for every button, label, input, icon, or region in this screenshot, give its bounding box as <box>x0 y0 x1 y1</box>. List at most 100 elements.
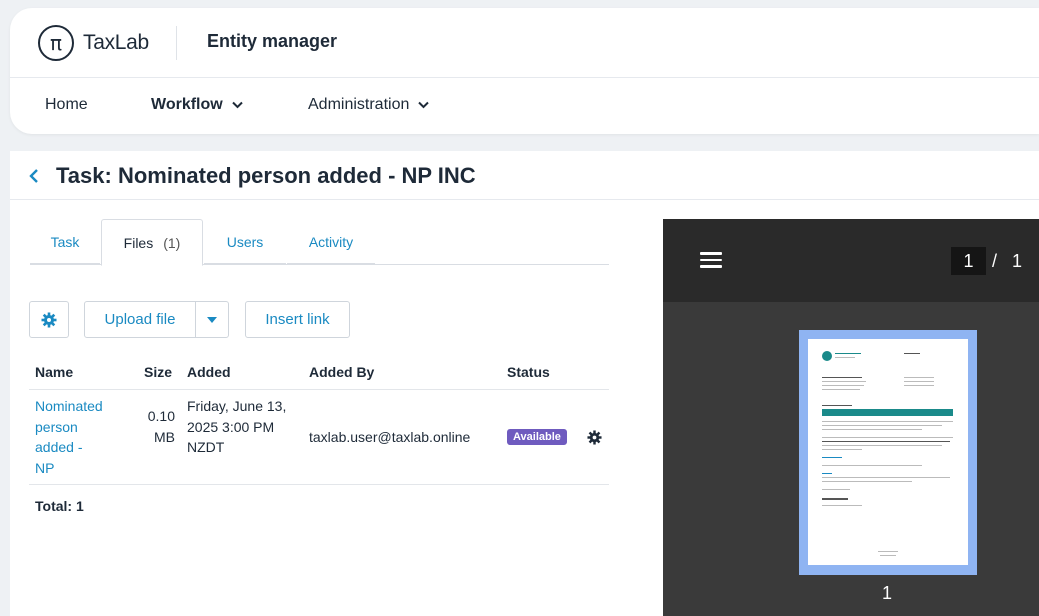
page-separator: / <box>992 251 998 271</box>
doc-signature <box>822 498 848 500</box>
doc-line <box>904 381 934 382</box>
page-total: 1 <box>1012 251 1023 271</box>
doc-line <box>822 489 850 490</box>
tab-task-label: Task <box>50 234 80 250</box>
doc-footer-line <box>880 555 896 556</box>
thumbnail-page-number: 1 <box>882 583 893 603</box>
logo-text: TaxLab <box>83 31 149 54</box>
doc-line <box>822 425 942 426</box>
nav-administration-label: Administration <box>308 96 410 113</box>
doc-line <box>822 477 950 478</box>
app-header: π TaxLab Entity manager Home Workflow Ad… <box>10 8 1039 134</box>
table-total: Total: 1 <box>35 498 84 514</box>
file-size-unit: MB <box>154 428 175 445</box>
nav-administration[interactable]: Administration <box>308 96 430 114</box>
column-header-status: Status <box>507 364 550 380</box>
doc-line <box>822 437 953 438</box>
main-nav: Home Workflow Administration <box>10 78 1039 134</box>
nav-workflow[interactable]: Workflow <box>151 96 243 114</box>
doc-line <box>822 445 942 446</box>
doc-line <box>822 441 950 442</box>
app-title: Entity manager <box>207 31 338 51</box>
upload-file-button[interactable]: Upload file <box>84 301 196 338</box>
file-added-date: Friday, June 13, 2025 3:00 PM NZDT <box>187 396 286 458</box>
header-divider <box>29 389 609 390</box>
doc-line <box>904 377 934 378</box>
thumbnail-document-preview <box>808 339 968 565</box>
file-name-line: Nominated <box>35 398 103 414</box>
doc-heading-bar <box>822 409 953 416</box>
doc-line <box>904 385 934 386</box>
nav-home[interactable]: Home <box>45 96 88 114</box>
title-row: Task: Nominated person added - NP INC <box>10 151 1039 200</box>
page-thumbnail[interactable] <box>799 330 977 575</box>
file-name-link[interactable]: Nominated person added - NP <box>35 396 103 478</box>
taxlab-logo[interactable]: π TaxLab <box>38 25 149 61</box>
file-name-line: added - <box>35 439 83 455</box>
tab-underline <box>30 263 100 265</box>
tab-users-label: Users <box>226 234 264 250</box>
added-date-line: 2025 3:00 PM <box>187 418 275 435</box>
doc-line <box>822 377 862 378</box>
doc-line <box>822 381 866 382</box>
tab-activity-label: Activity <box>308 234 354 250</box>
file-size: 0.10 MB <box>142 406 175 447</box>
nav-workflow-label: Workflow <box>151 96 223 113</box>
gear-icon <box>41 312 57 327</box>
doc-line <box>822 481 912 482</box>
doc-line <box>822 405 852 406</box>
row-gear-icon[interactable] <box>587 430 602 445</box>
doc-line <box>822 465 922 466</box>
doc-line <box>822 421 953 422</box>
top-bar: π TaxLab Entity manager <box>10 8 1039 78</box>
insert-link-button[interactable]: Insert link <box>245 301 350 338</box>
tab-activity[interactable]: Activity <box>287 219 375 265</box>
doc-line <box>822 385 864 386</box>
pi-logo-icon: π <box>38 25 74 61</box>
tab-bar: Task Files (1) Users Activity <box>30 219 609 266</box>
caret-down-icon <box>207 316 217 323</box>
tab-task[interactable]: Task <box>30 219 100 265</box>
upload-dropdown-button[interactable] <box>195 301 229 338</box>
page-number-input[interactable]: 1 <box>951 247 986 275</box>
page-title: Task: Nominated person added - NP INC <box>56 163 476 188</box>
tab-underline <box>204 263 286 265</box>
doc-footer-line <box>878 551 898 552</box>
column-header-size: Size <box>144 364 173 380</box>
chevron-down-icon <box>418 101 430 109</box>
doc-line <box>822 457 842 458</box>
tab-files-label: Files <box>123 234 154 251</box>
tab-underline <box>287 263 375 265</box>
insert-link-label: Insert link <box>265 311 330 328</box>
doc-line <box>822 505 862 506</box>
tab-files-count: (1) <box>163 234 181 251</box>
header-divider <box>176 26 177 60</box>
tab-files[interactable]: Files (1) <box>101 219 203 266</box>
row-divider <box>29 484 609 485</box>
document-logo-icon <box>822 351 832 361</box>
file-name-line: NP <box>35 459 55 476</box>
doc-line <box>835 353 861 354</box>
added-date-line: NZDT <box>187 439 225 455</box>
file-name-line: person <box>35 418 78 435</box>
settings-button[interactable] <box>29 301 69 338</box>
doc-line <box>822 429 922 430</box>
upload-file-label: Upload file <box>104 311 176 328</box>
back-chevron-icon[interactable] <box>26 166 42 186</box>
file-added-by: taxlab.user@taxlab.online <box>309 429 471 445</box>
column-header-added-by: Added By <box>309 364 375 380</box>
doc-line <box>822 473 832 474</box>
viewer-toolbar: 1 / 1 <box>663 219 1039 302</box>
file-size-value: 0.10 <box>147 408 175 424</box>
doc-line <box>904 353 920 354</box>
doc-line <box>822 449 862 450</box>
added-date-line: Friday, June 13, <box>187 398 287 414</box>
doc-line <box>835 357 855 358</box>
hamburger-menu-icon[interactable] <box>700 252 722 268</box>
tab-users[interactable]: Users <box>204 219 286 265</box>
column-header-name: Name <box>35 364 74 380</box>
status-badge: Available <box>507 429 567 445</box>
column-header-added: Added <box>187 364 231 380</box>
chevron-down-icon <box>231 101 243 109</box>
document-viewer: 1 / 1 1 <box>663 219 1039 616</box>
